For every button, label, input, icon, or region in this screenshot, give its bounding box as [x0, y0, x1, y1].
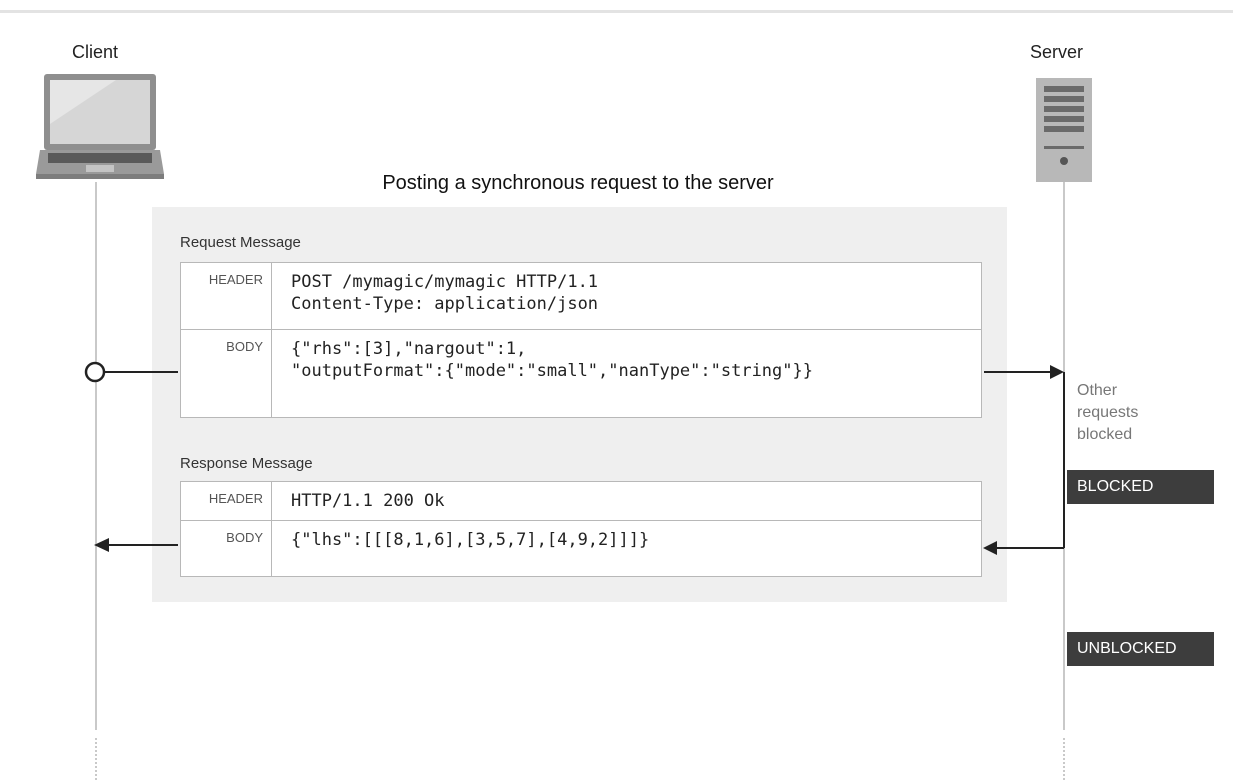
response-arrowhead-inner [983, 541, 997, 555]
request-origin-circle [84, 361, 106, 383]
request-arrowhead [1050, 365, 1064, 379]
unblocked-status-badge: UNBLOCKED [1067, 632, 1214, 666]
blocked-status-badge: BLOCKED [1067, 470, 1214, 504]
message-arrows [84, 361, 1065, 555]
response-arrowhead [94, 538, 109, 552]
server-blocking-note: Other requests blocked [1077, 382, 1139, 443]
